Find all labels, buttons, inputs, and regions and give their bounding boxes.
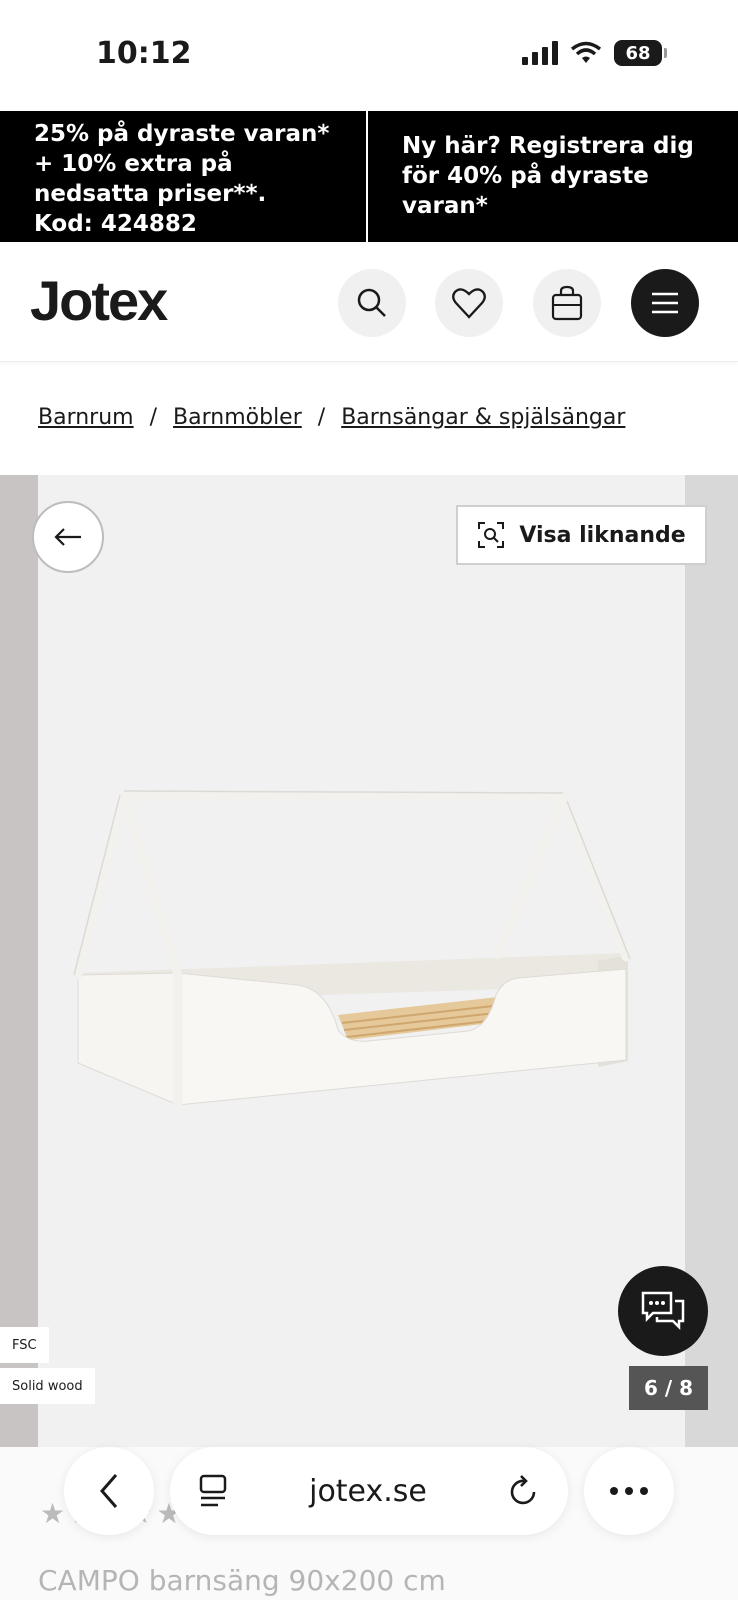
breadcrumb-barnsangar[interactable]: Barnsängar & spjälsängar (341, 405, 625, 430)
cart-button[interactable] (533, 269, 601, 337)
menu-button[interactable] (631, 269, 699, 337)
back-button[interactable] (32, 501, 104, 573)
battery-indicator: 68 (614, 40, 667, 66)
site-header: Jotex (0, 242, 738, 362)
browser-more-button[interactable] (584, 1447, 674, 1535)
house-bed-image (73, 790, 631, 1110)
search-icon (357, 288, 386, 317)
heart-icon (452, 288, 486, 319)
status-icons: 68 (522, 40, 667, 66)
breadcrumb-barnmobler[interactable]: Barnmöbler (173, 405, 302, 430)
product-image[interactable] (38, 475, 685, 1447)
product-title: CAMPO barnsäng 90x200 cm (38, 1564, 446, 1597)
hamburger-icon (652, 292, 678, 314)
signal-icon (522, 41, 558, 65)
browser-back-button[interactable] (64, 1447, 154, 1535)
logo[interactable]: Jotex (30, 268, 168, 333)
promo-banner: 25% på dyraste varan* + 10% extra på ned… (0, 111, 738, 242)
shopping-bag-icon (551, 285, 583, 321)
status-bar: 10:12 68 (0, 0, 738, 110)
wifi-icon (570, 41, 602, 63)
breadcrumb-barnrum[interactable]: Barnrum (38, 405, 134, 430)
promo-left[interactable]: 25% på dyraste varan* + 10% extra på ned… (0, 111, 368, 242)
chat-button[interactable] (618, 1266, 708, 1356)
show-similar-button[interactable]: Visa liknande (456, 505, 707, 565)
tag-solid-wood: Solid wood (0, 1368, 95, 1404)
tag-fsc: FSC (0, 1327, 49, 1363)
image-counter: 6 / 8 (629, 1366, 708, 1410)
address-bar[interactable]: jotex.se (170, 1447, 568, 1535)
breadcrumb-separator: / (317, 405, 326, 430)
search-button[interactable] (338, 269, 406, 337)
promo-right[interactable]: Ny här? Registrera dig för 40% på dyrast… (368, 111, 738, 242)
wishlist-button[interactable] (435, 269, 503, 337)
more-icon (610, 1487, 648, 1495)
tabs-icon (199, 1474, 227, 1507)
product-gallery[interactable]: Visa liknande FSC Solid wood 6 / 8 (0, 475, 738, 1447)
prev-image-peek[interactable] (0, 475, 38, 1447)
status-time: 10:12 (96, 36, 192, 71)
arrow-left-icon (54, 528, 81, 546)
browser-toolbar: jotex.se (0, 1447, 738, 1547)
show-similar-label: Visa liknande (519, 522, 686, 548)
breadcrumb-separator: / (149, 405, 158, 430)
reload-icon[interactable] (508, 1474, 540, 1508)
url-text: jotex.se (309, 1473, 427, 1509)
chevron-left-icon (100, 1474, 118, 1508)
breadcrumb: Barnrum / Barnmöbler / Barnsängar & spjä… (38, 405, 625, 430)
visual-search-icon (478, 522, 505, 548)
chat-icon (641, 1291, 685, 1331)
